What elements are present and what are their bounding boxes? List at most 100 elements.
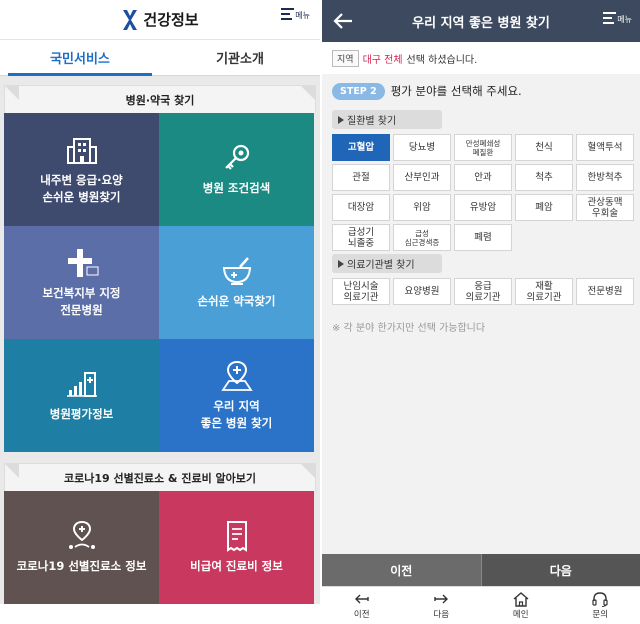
- option-button[interactable]: 요양병원: [393, 278, 451, 305]
- tile-condition-search[interactable]: 병원 조건검색: [159, 113, 314, 226]
- option-button[interactable]: 한방척추: [576, 164, 634, 191]
- tile-pharmacy[interactable]: 손쉬운 약국찾기: [159, 226, 314, 339]
- option-button[interactable]: 척추: [515, 164, 573, 191]
- menu-label: 메뉴: [295, 11, 310, 20]
- tab-public-service[interactable]: 국민서비스: [0, 40, 160, 76]
- option-button[interactable]: 응급 의료기관: [454, 278, 512, 305]
- main-tabs: 국민서비스 기관소개: [0, 40, 320, 76]
- menu-button[interactable]: 메뉴: [281, 8, 310, 20]
- region-tag: 지역: [332, 49, 359, 67]
- option-button[interactable]: 폐암: [515, 194, 573, 221]
- menu-button[interactable]: 메뉴: [603, 12, 632, 24]
- tile-label: 코로나19 선별진료소 정보: [16, 559, 147, 573]
- nav-next[interactable]: 다음: [402, 587, 482, 624]
- headset-icon: [591, 591, 609, 607]
- arrow-left-icon: [353, 591, 371, 607]
- hira-logo-icon: [121, 9, 139, 31]
- page-title: 우리 지역 좋은 병원 찾기: [412, 15, 550, 31]
- option-button[interactable]: 급성 심근경색증: [393, 224, 451, 251]
- option-button[interactable]: 유방암: [454, 194, 512, 221]
- option-button[interactable]: 산부인과: [393, 164, 451, 191]
- nav-prev[interactable]: 이전: [322, 587, 402, 624]
- institution-options: 난임시술 의료기관 요양병원 응급 의료기관 재활 의료기관 전문병원: [332, 278, 640, 305]
- category-label: 질환별 찾기: [347, 116, 397, 127]
- specialty-hospital-icon: [65, 247, 99, 279]
- option-button[interactable]: 재활 의료기관: [515, 278, 573, 305]
- tile-label: 보건복지부 지정 전문병원: [42, 285, 121, 317]
- option-button[interactable]: 천식: [515, 134, 573, 161]
- tile-covid-clinic[interactable]: 코로나19 선별진료소 정보: [4, 491, 159, 604]
- back-arrow-icon[interactable]: [332, 10, 354, 32]
- home-icon: [512, 591, 530, 607]
- nav-label: 문의: [592, 610, 609, 620]
- step-nav-buttons: 이전 다음: [322, 554, 640, 586]
- hospital-building-icon: [65, 134, 99, 166]
- category-disease: 질환별 찾기: [332, 110, 442, 129]
- disease-options: 고혈압 당뇨병 만성폐쇄성 폐질환 천식 혈액투석관절 산부인과 안과 척추 한방척추대장암 위암…: [332, 134, 640, 251]
- service-tile-grid: 코로나19 선별진료소 정보 비급여 진료비 정보: [4, 491, 316, 604]
- option-button[interactable]: 만성폐쇄성 폐질환: [454, 134, 512, 161]
- option-button[interactable]: 위암: [393, 194, 451, 221]
- hamburger-icon: [281, 8, 295, 20]
- option-button[interactable]: 급성기 뇌졸중: [332, 224, 390, 251]
- option-button[interactable]: 폐렴: [454, 224, 512, 251]
- tile-label: 내주변 응급·요양 손쉬운 병원찾기: [40, 172, 123, 204]
- tile-label: 병원 조건검색: [202, 181, 271, 195]
- tile-label: 병원평가정보: [49, 407, 114, 421]
- hamburger-icon: [603, 12, 617, 24]
- step-badge: STEP 2: [332, 82, 385, 100]
- arrow-right-icon: [432, 591, 450, 607]
- nav-inquiry[interactable]: 문의: [561, 587, 640, 624]
- section-title: 코로나19 선별진료소 & 진료비 알아보기: [4, 463, 316, 491]
- tile-label: 우리 지역 좋은 병원 찾기: [200, 398, 273, 430]
- option-button[interactable]: 전문병원: [576, 278, 634, 305]
- tile-label: 손쉬운 약국찾기: [197, 294, 276, 308]
- tile-good-hospital-region[interactable]: 우리 지역 좋은 병원 찾기: [159, 339, 314, 452]
- covid-cost-section: 코로나19 선별진료소 & 진료비 알아보기 코로나19 선별진료소 정보 비급…: [0, 452, 320, 604]
- app-logo[interactable]: 건강정보: [121, 9, 199, 31]
- category-institution: 의료기관별 찾기: [332, 254, 442, 273]
- tile-specialty-hospital[interactable]: 보건복지부 지정 전문병원: [4, 226, 159, 339]
- option-button[interactable]: 혈액투석: [576, 134, 634, 161]
- tile-non-covered-cost[interactable]: 비급여 진료비 정보: [159, 491, 314, 604]
- option-button[interactable]: 고혈압: [332, 134, 390, 161]
- option-button[interactable]: 난임시술 의료기관: [332, 278, 390, 305]
- nav-home[interactable]: 메인: [481, 587, 561, 624]
- key-search-icon: [220, 142, 254, 174]
- next-button[interactable]: 다음: [481, 554, 640, 586]
- option-button[interactable]: 당뇨병: [393, 134, 451, 161]
- tile-nearby-hospital[interactable]: 내주변 응급·요양 손쉬운 병원찾기: [4, 113, 159, 226]
- nav-label: 다음: [433, 610, 450, 620]
- nav-label: 이전: [353, 610, 370, 620]
- clinic-pin-icon: [65, 520, 99, 552]
- option-button[interactable]: 관상동맥 우회술: [576, 194, 634, 221]
- good-hospital-search-screen: 우리 지역 좋은 병원 찾기 메뉴 지역 대구 전체 선택 하셨습니다. STE…: [320, 0, 640, 624]
- mortar-pestle-icon: [220, 255, 254, 287]
- step-instruction: 평가 분야를 선택해 주세요.: [390, 84, 522, 98]
- region-value[interactable]: 대구 전체: [363, 51, 403, 66]
- option-button[interactable]: 관절: [332, 164, 390, 191]
- nav-label: 메인: [512, 610, 529, 620]
- triangle-right-icon: [338, 259, 344, 268]
- page-header: 우리 지역 좋은 병원 찾기 메뉴: [322, 0, 640, 42]
- map-pin-icon: [220, 360, 254, 392]
- main-menu-screen: 건강정보 메뉴 국민서비스 기관소개 병원·약국 찾기 내주변 응급·요양 손쉬…: [0, 0, 320, 624]
- category-label: 의료기관별 찾기: [347, 260, 415, 271]
- receipt-icon: [220, 520, 254, 552]
- bottom-navigation: 이전 다음 메인 문의: [322, 586, 640, 624]
- prev-button[interactable]: 이전: [322, 554, 482, 586]
- app-title: 건강정보: [143, 11, 199, 29]
- tile-hospital-evaluation[interactable]: 병원평가정보: [4, 339, 159, 452]
- tile-label: 비급여 진료비 정보: [190, 559, 283, 573]
- tab-about[interactable]: 기관소개: [160, 40, 320, 75]
- app-header: 건강정보 메뉴: [0, 0, 320, 40]
- triangle-right-icon: [338, 115, 344, 124]
- service-tile-grid: 내주변 응급·요양 손쉬운 병원찾기 병원 조건검색 보건복지부 지정 전문병원…: [4, 113, 316, 452]
- region-suffix: 선택 하셨습니다.: [406, 54, 478, 66]
- option-button[interactable]: 대장암: [332, 194, 390, 221]
- option-button[interactable]: 안과: [454, 164, 512, 191]
- selection-note: ※ 각 분야 한가지만 선택 가능합니다: [332, 323, 486, 334]
- section-title: 병원·약국 찾기: [4, 85, 316, 113]
- menu-label: 메뉴: [617, 15, 632, 24]
- step-header: STEP 2 평가 분야를 선택해 주세요.: [322, 76, 640, 106]
